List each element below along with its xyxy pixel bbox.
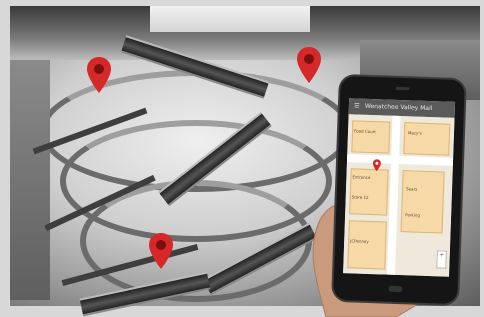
skylight [150,6,310,32]
location-pin-icon [149,233,173,269]
map-label: Parking [405,212,421,218]
smartphone: ☰ Wenatchee Valley Mall Food Court Macy'… [333,75,465,305]
map-label: Store 12 [351,194,369,200]
map-store-block [403,122,451,156]
menu-icon[interactable]: ☰ [352,98,363,114]
map-store-block [400,170,445,234]
map-label: Sears [405,186,418,192]
phone-screen: ☰ Wenatchee Valley Mall Food Court Macy'… [343,98,456,277]
home-button [388,285,403,293]
map-store-block [347,220,387,270]
store-wall-left [10,60,50,300]
location-pin-icon [372,159,381,172]
map-label: Entrance [352,174,371,180]
phone-speaker [395,86,410,91]
map-corridor [346,154,454,166]
map-label: Food Court [353,128,376,135]
location-pin-icon [87,57,111,93]
map-label: Macy's [407,130,422,136]
location-pin-icon [297,47,321,83]
mall-photo: ☰ Wenatchee Valley Mall Food Court Macy'… [0,0,484,317]
zoom-button[interactable]: + [436,250,447,269]
map-store-block [351,120,391,154]
indoor-map[interactable]: Food Court Macy's Entrance Sears Store 1… [343,114,455,277]
map-label: JCPenney [350,238,369,244]
